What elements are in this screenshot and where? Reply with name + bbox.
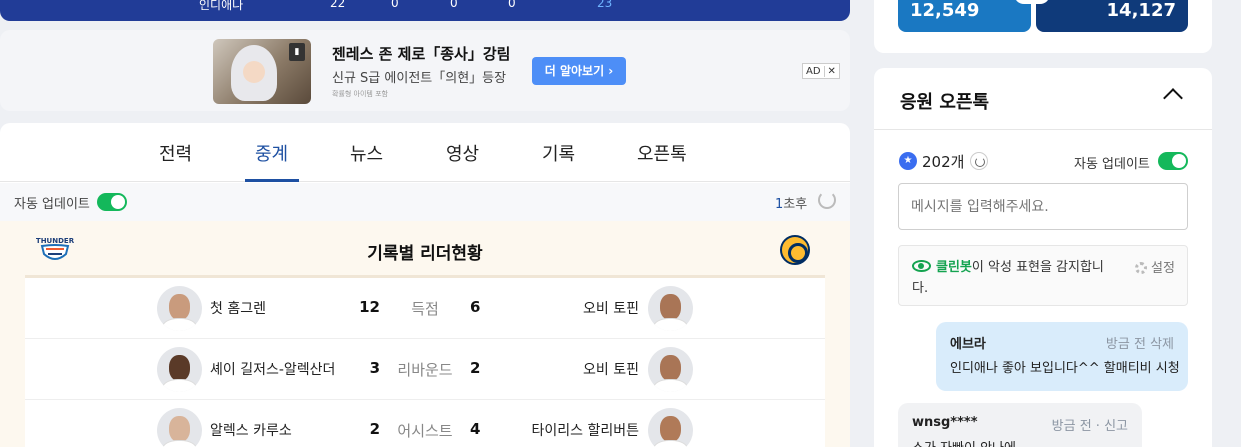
stat-category: 어시스트	[397, 422, 453, 440]
chat-message-mine: 에브라 방금 전 삭제 인디애나 좋아 보입니다^^ 할매티비 시청	[936, 322, 1188, 391]
left-stat-value: 12	[359, 298, 380, 316]
auto-update-label: 자동 업데이트	[14, 197, 90, 212]
right-player-avatar	[648, 286, 693, 331]
cleanbot-name: 클린봇	[936, 260, 972, 275]
tab-news[interactable]: 뉴스	[350, 140, 383, 166]
active-tab-indicator	[245, 179, 299, 182]
message-input[interactable]	[898, 183, 1188, 230]
right-player-avatar	[648, 408, 693, 447]
opentalk-title: 응원 오픈톡	[900, 92, 990, 113]
auto-update-bar: 자동 업데이트 1초후	[0, 183, 850, 221]
ad-character-face	[243, 61, 265, 83]
message-nickname[interactable]: 에브라	[950, 333, 986, 352]
left-stat-value: 3	[369, 359, 380, 377]
stat-category: 득점	[411, 300, 439, 318]
tab-records[interactable]: 기록	[542, 140, 575, 166]
left-player-name[interactable]: 셰이 길저스-알렉산더	[210, 359, 335, 379]
right-player-name[interactable]: 타이리스 할리버튼	[532, 420, 640, 440]
left-player-avatar	[157, 408, 202, 447]
auto-update-toggle[interactable]	[97, 193, 127, 211]
score-q3: 0	[450, 0, 458, 10]
gear-icon[interactable]	[1135, 262, 1147, 274]
score-q1: 22	[330, 0, 346, 10]
message-meta[interactable]: 방금 전 삭제	[1106, 333, 1174, 352]
ad-close-icon[interactable]: ✕	[823, 65, 839, 77]
cleanbot-notice: 클린봇이 악성 표현을 감지합니 다. 설정	[898, 245, 1188, 306]
leader-row[interactable]: 셰이 길저스-알렉산더 3 리바운드 2 오비 토핀	[25, 339, 825, 400]
message-count: 202개	[922, 153, 965, 171]
ad-banner[interactable]: ▮ 젠레스 존 제로「종사」강림 신규 S급 에이전트「의현」등장 확률형 아이…	[0, 30, 850, 111]
star-badge-icon: ★	[899, 152, 917, 170]
left-player-name[interactable]: 알렉스 카루소	[210, 420, 292, 440]
score-team-name: 인디애나	[199, 0, 244, 12]
refresh-icon[interactable]	[970, 152, 988, 170]
score-total: 23	[597, 0, 613, 10]
left-stat-value: 2	[369, 420, 380, 438]
ad-learn-more-button[interactable]: 더 알아보기 ›	[532, 57, 626, 85]
cleanbot-description: 이 악성 표현을 감지합니	[971, 260, 1104, 275]
ad-fine-print: 확률형 아이템 포함	[332, 90, 388, 98]
message-meta[interactable]: 방금 전 · 신고	[1052, 415, 1128, 434]
refresh-countdown: 1초후	[775, 193, 807, 212]
game-center-panel: 전력 중계 뉴스 영상 기록 오픈톡 자동 업데이트 1초후 THUNDER 기…	[0, 123, 850, 447]
left-player-avatar	[157, 286, 202, 331]
score-q4: 0	[508, 0, 516, 10]
left-player-avatar	[157, 347, 202, 392]
right-stat-value: 2	[470, 359, 481, 377]
chat-message: wnsg**** 방금 전 · 신고 스가 자빠이 안나에	[898, 403, 1142, 447]
tab-opentalk[interactable]: 오픈톡	[637, 140, 687, 166]
ad-subtitle: 신규 S급 에이전트「의현」등장	[332, 71, 507, 86]
right-stat-value: 6	[470, 298, 481, 316]
right-player-name[interactable]: 오비 토핀	[583, 298, 639, 318]
leader-row[interactable]: 첫 홈그렌 12 득점 6 오비 토핀	[25, 278, 825, 339]
leader-row[interactable]: 알렉스 카루소 2 어시스트 4 타이리스 할리버튼	[25, 400, 825, 447]
right-stat-value: 4	[470, 420, 481, 438]
opentalk-panel: 응원 오픈톡 ★ 202개 자동 업데이트 클린봇이 악성 표현을 감지합니 다…	[874, 68, 1212, 447]
message-text: 스가 자빠이 안나에	[912, 437, 1016, 447]
eye-icon	[912, 260, 931, 272]
tab-live[interactable]: 중계	[255, 140, 288, 166]
chat-auto-update-toggle[interactable]	[1158, 152, 1188, 170]
right-player-name[interactable]: 오비 토핀	[583, 359, 639, 379]
cleanbot-setting-link[interactable]: 설정	[1151, 257, 1175, 276]
right-player-avatar	[648, 347, 693, 392]
leaders-title: 기록별 리더현황	[367, 244, 483, 264]
tab-lineup[interactable]: 전력	[159, 140, 192, 166]
ad-label-text: AD	[806, 65, 821, 77]
cleanbot-text-cont: 다.	[912, 281, 929, 296]
refresh-unit: 초후	[783, 197, 808, 212]
cheer-count-card: 12,549 14,127	[874, 0, 1212, 53]
ad-thumbnail[interactable]: ▮	[213, 39, 311, 104]
cheer-count-left[interactable]: 12,549	[898, 0, 1031, 32]
opentalk-divider	[874, 129, 1212, 130]
indiana-pacers-logo	[780, 235, 810, 265]
chat-auto-update-label: 자동 업데이트	[1074, 157, 1150, 172]
cleanbot-text: 클린봇이 악성 표현을 감지합니	[936, 257, 1131, 278]
message-text: 인디애나 좋아 보입니다^^ 할매티비 시청	[950, 361, 1180, 376]
left-player-name[interactable]: 첫 홈그렌	[210, 298, 266, 318]
cheer-count-right[interactable]: 14,127	[1036, 0, 1188, 32]
chevron-up-icon[interactable]	[1163, 88, 1183, 108]
ad-label[interactable]: AD ✕	[802, 63, 840, 79]
tab-video[interactable]: 영상	[446, 140, 479, 166]
refresh-icon[interactable]	[818, 191, 836, 209]
message-nickname[interactable]: wnsg****	[912, 415, 978, 430]
score-q2: 0	[391, 0, 399, 10]
stat-category: 리바운드	[397, 361, 453, 379]
ad-title[interactable]: 젠레스 존 제로「종사」강림	[332, 43, 510, 64]
age-rating-icon: ▮	[289, 43, 305, 61]
stat-leaders-section: THUNDER 기록별 리더현황 첫 홈그렌 12 득점 6 오비 토핀 셰이 …	[0, 221, 850, 447]
tab-bar: 전력 중계 뉴스 영상 기록 오픈톡	[0, 123, 850, 182]
scoreboard-strip: 인디애나 22 0 0 0 23	[0, 0, 850, 21]
